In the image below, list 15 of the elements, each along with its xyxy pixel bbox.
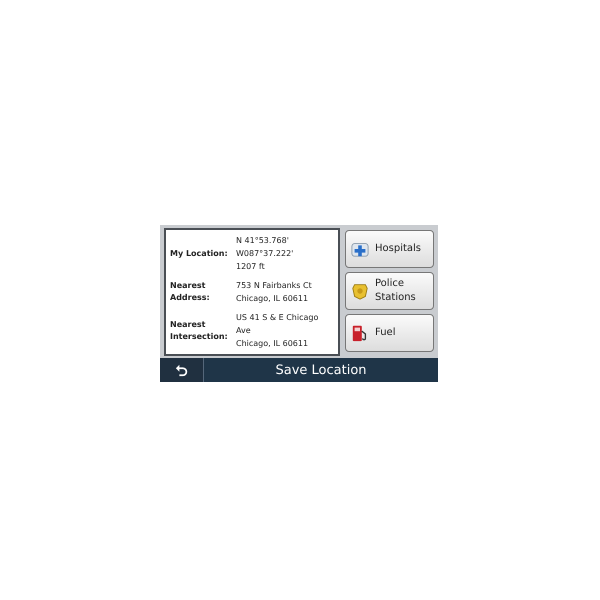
info-value: US 41 S & E Chicago Ave Chicago, IL 60611 [236, 312, 320, 350]
info-label: Nearest Intersection: [170, 318, 229, 342]
police-button[interactable]: Police Stations [345, 272, 434, 310]
badge-icon [351, 282, 369, 300]
fuel-button[interactable]: Fuel [345, 314, 434, 352]
back-arrow-icon [174, 363, 188, 377]
info-label: Nearest Address: [170, 280, 211, 304]
info-label: My Location: [170, 248, 229, 260]
hospital-button[interactable]: Hospitals [345, 230, 434, 268]
medical-cross-icon [351, 240, 369, 258]
screen-title: Save Location [274, 362, 368, 378]
info-value: 753 N Fairbanks Ct Chicago, IL 60611 [236, 280, 313, 305]
back-button[interactable] [160, 358, 204, 382]
fuel-pump-icon [351, 324, 369, 342]
info-value: N 41°53.768' W087°37.222' 1207 ft [236, 235, 294, 273]
